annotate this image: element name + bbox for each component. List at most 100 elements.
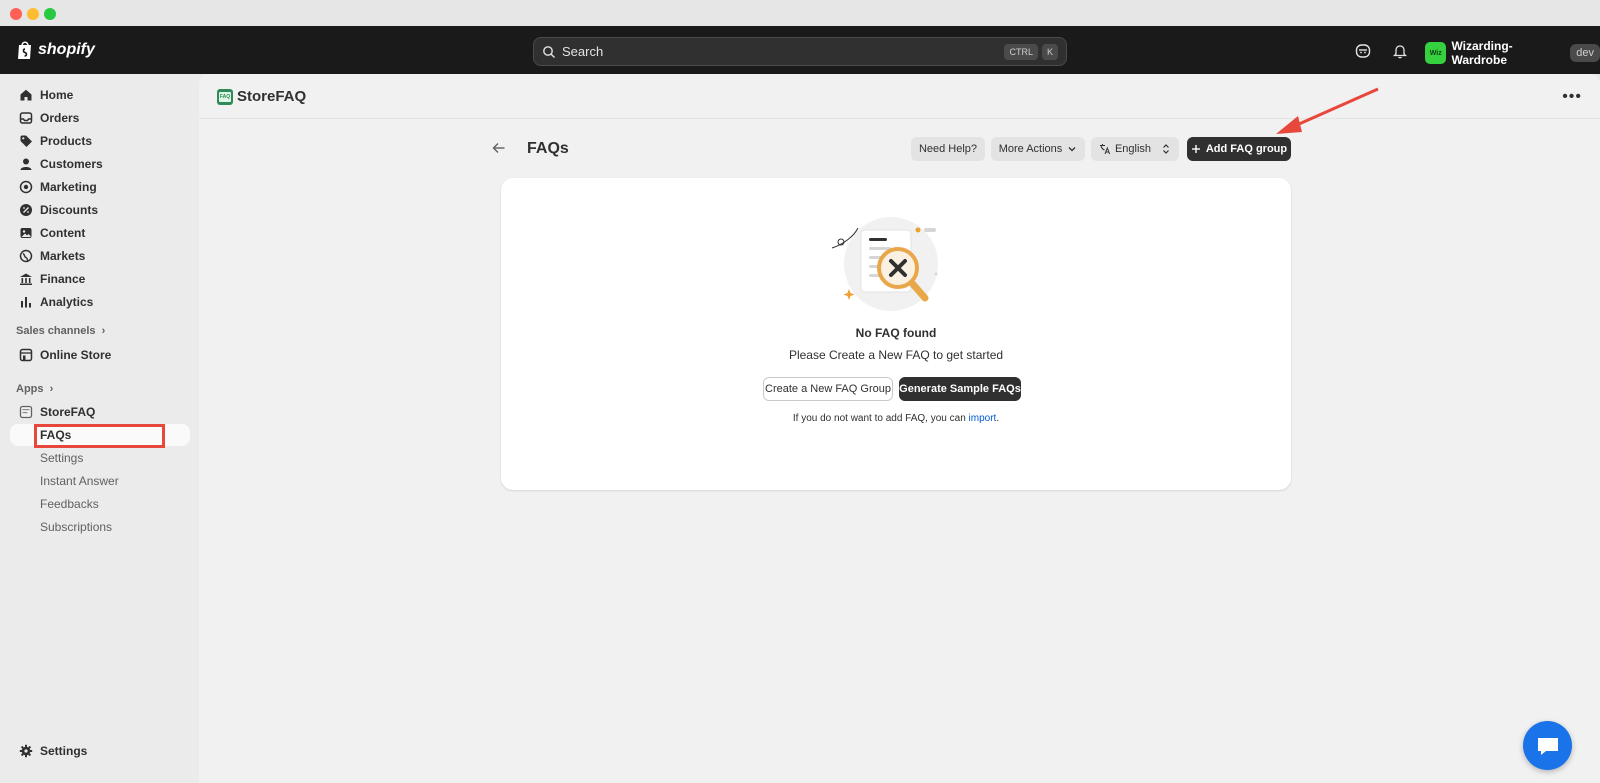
selector-arrows-icon (1163, 144, 1169, 154)
store-icon (19, 348, 33, 362)
empty-state-card: No FAQ found Please Create a New FAQ to … (501, 178, 1291, 490)
store-badge: dev (1570, 44, 1600, 62)
import-hint: If you do not want to add FAQ, you can i… (792, 413, 1000, 424)
sidebar-item-label: Marketing (40, 180, 97, 194)
empty-state-title: No FAQ found (855, 326, 937, 340)
app-title: StoreFAQ (237, 88, 307, 105)
sidebar-item-label: Discounts (40, 203, 99, 217)
shortcut-key-ctrl: CTRL (1004, 43, 1038, 60)
home-icon (20, 89, 32, 101)
sidebar-item-finance[interactable]: Finance (10, 268, 190, 290)
sidebar-item-label: Subscriptions (40, 520, 113, 534)
gear-icon (19, 744, 33, 758)
person-icon (20, 158, 32, 170)
sidebar-item-label: Finance (40, 272, 86, 286)
store-avatar: Wiz (1425, 42, 1447, 64)
discount-icon (20, 204, 32, 216)
no-results-illustration (831, 217, 938, 311)
bank-icon (20, 273, 32, 285)
language-select[interactable]: English (1091, 137, 1179, 161)
plus-icon (1191, 145, 1200, 153)
annotation-highlight-box (34, 424, 165, 448)
shortcut-key-k: K (1041, 43, 1058, 60)
main-panel: Home Orders Products Customers Marketing… (0, 74, 1600, 783)
sidebar-item-label: StoreFAQ (40, 405, 96, 419)
chevron-right-icon: › (98, 325, 106, 337)
close-window-button[interactable] (10, 8, 22, 20)
search-label: Search (562, 44, 604, 59)
sidebar-item-settings[interactable]: Settings (10, 740, 190, 762)
sidebar-item-products[interactable]: Products (10, 130, 190, 152)
chevron-right-icon: › (46, 383, 54, 395)
sidebar-item-label: Content (40, 226, 86, 240)
search-icon (543, 45, 555, 58)
sidebar-item-subscriptions[interactable]: Subscriptions (10, 516, 190, 538)
translate-icon (1099, 144, 1111, 155)
top-bar: shopify Search CTRL K Wiz Wizarding-Ward… (0, 26, 1600, 74)
sidebar-item-label: Instant Answer (40, 474, 119, 488)
sidebar-item-storefaq[interactable]: StoreFAQ (10, 401, 190, 423)
chat-bubble-icon (1537, 737, 1558, 755)
sidebar-item-instant-answer[interactable]: Instant Answer (10, 470, 190, 492)
store-name: Wizarding-Wardrobe (1451, 39, 1513, 67)
sidekick-icon[interactable] (1354, 42, 1372, 60)
chevron-down-icon (1068, 147, 1076, 152)
shopify-bag-icon (18, 41, 31, 59)
sidebar-item-settings-sub[interactable]: Settings (10, 447, 190, 469)
window-titlebar (0, 0, 1600, 26)
sidebar-item-label: Markets (40, 249, 86, 263)
sidebar-item-analytics[interactable]: Analytics (10, 291, 190, 313)
sidebar-item-label: Feedbacks (40, 497, 99, 511)
tag-icon (20, 135, 32, 147)
page-title: FAQs (527, 140, 569, 157)
sidebar-item-discounts[interactable]: Discounts (10, 199, 190, 221)
sidebar-item-online-store[interactable]: Online Store (10, 344, 190, 366)
sidebar-item-label: Products (40, 134, 93, 148)
app-header: FAQ StoreFAQ (217, 88, 306, 105)
sidebar-item-label: Home (40, 88, 74, 102)
generate-sample-faqs-button[interactable]: Generate Sample FAQs (899, 377, 1021, 401)
sidebar-item-label: Orders (40, 111, 80, 125)
content-area: FAQ StoreFAQ ••• FAQs Need Help? More Ac… (199, 74, 1600, 783)
import-link[interactable]: import (969, 413, 997, 424)
sidebar: Home Orders Products Customers Marketing… (0, 74, 199, 783)
bell-icon[interactable] (1391, 42, 1409, 60)
sidebar-item-marketing[interactable]: Marketing (10, 176, 190, 198)
sidebar-item-label: Online Store (40, 348, 112, 362)
annotation-arrow (1276, 87, 1379, 134)
need-help-button[interactable]: Need Help? (911, 137, 985, 161)
sidebar-item-home[interactable]: Home (10, 84, 190, 106)
create-faq-group-button[interactable]: Create a New FAQ Group (763, 377, 893, 401)
target-icon (19, 180, 33, 194)
apps-heading[interactable]: Apps › (16, 383, 53, 395)
bar-chart-icon (21, 297, 31, 308)
sidebar-item-feedbacks[interactable]: Feedbacks (10, 493, 190, 515)
sidebar-item-label: Settings (40, 744, 88, 758)
content-icon (20, 228, 32, 238)
maximize-window-button[interactable] (44, 8, 56, 20)
shopify-logo[interactable]: shopify (16, 40, 95, 60)
sidebar-item-content[interactable]: Content (10, 222, 190, 244)
sidebar-item-markets[interactable]: Markets (10, 245, 190, 267)
chat-support-button[interactable] (1523, 721, 1572, 770)
header-divider (199, 118, 1600, 119)
sidebar-item-customers[interactable]: Customers (10, 153, 190, 175)
globe-icon (19, 249, 33, 263)
more-actions-button[interactable]: More Actions (991, 137, 1085, 161)
sidebar-item-label: Customers (40, 157, 103, 171)
logo-text: shopify (38, 41, 95, 58)
add-faq-group-button[interactable]: Add FAQ group (1187, 137, 1291, 161)
search-input[interactable]: Search CTRL K (533, 37, 1067, 66)
inbox-icon (19, 112, 33, 124)
storefaq-logo: FAQ (217, 88, 233, 105)
sidebar-item-orders[interactable]: Orders (10, 107, 190, 129)
empty-state-subtitle: Please Create a New FAQ to get started (788, 348, 1004, 362)
minimize-window-button[interactable] (27, 8, 39, 20)
more-options-icon[interactable]: ••• (1562, 88, 1582, 106)
back-arrow-icon[interactable] (491, 140, 507, 156)
store-switcher[interactable]: Wiz Wizarding-Wardrobe dev (1425, 39, 1600, 67)
sales-channels-heading[interactable]: Sales channels › (16, 325, 105, 337)
sidebar-item-label: Settings (40, 451, 84, 465)
sidebar-item-label: Analytics (40, 295, 94, 309)
storefaq-app-icon (19, 405, 33, 419)
